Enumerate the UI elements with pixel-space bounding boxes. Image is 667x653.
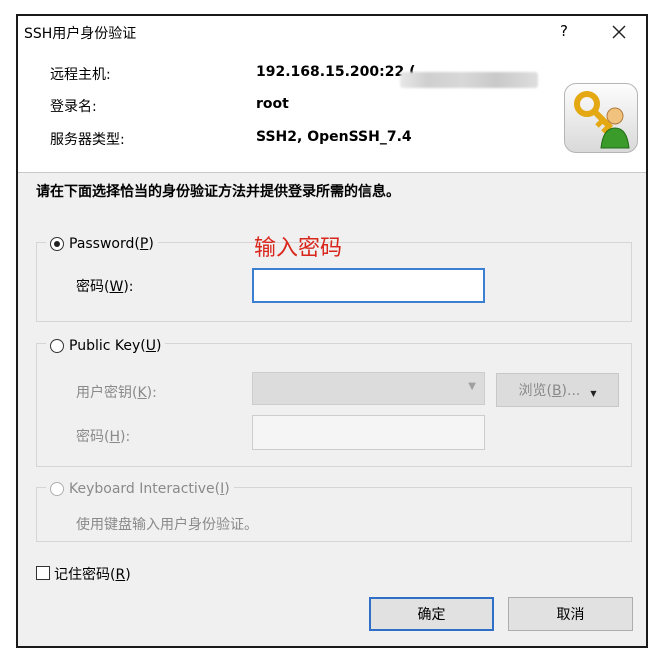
close-button[interactable] [606, 18, 632, 46]
public-key-radio-label: Public Key(U) [69, 338, 162, 354]
server-type-label: 服务器类型: [50, 132, 125, 148]
help-button[interactable]: ? [554, 22, 574, 40]
password-input[interactable] [252, 268, 485, 303]
password-radio[interactable]: Password(P) [46, 234, 158, 254]
cancel-button[interactable]: 取消 [508, 597, 633, 631]
instruction-text: 请在下面选择恰当的身份验证方法并提供登录所需的信息。 [36, 184, 400, 200]
chevron-down-icon: ▼ [468, 381, 476, 392]
keyboard-interactive-label: Keyboard Interactive(I) [69, 481, 230, 497]
keyboard-interactive-radio[interactable]: Keyboard Interactive(I) [46, 479, 234, 499]
keyboard-interactive-radio-button[interactable] [50, 482, 64, 496]
window-title: SSH用户身份验证 [24, 26, 137, 42]
remote-host-label: 远程主机: [50, 67, 111, 83]
ssh-auth-dialog: SSH用户身份验证 ? 远程主机: 192.168.15.200:22 ( 登录… [16, 14, 648, 648]
user-key-label: 用户密钥(K): [76, 385, 157, 401]
login-name-label: 登录名: [50, 99, 97, 115]
title-bar: SSH用户身份验证 ? [18, 16, 646, 50]
close-icon [612, 25, 626, 39]
login-name-value: root [256, 96, 289, 112]
keyboard-interactive-description: 使用键盘输入用户身份验证。 [76, 517, 258, 533]
public-key-radio[interactable]: Public Key(U) [46, 336, 166, 356]
password-field-label: 密码(W): [76, 279, 134, 295]
remote-host-value: 192.168.15.200:22 ( [256, 64, 416, 80]
user-key-select[interactable]: ▼ [252, 372, 485, 405]
connection-info-panel: 远程主机: 192.168.15.200:22 ( 登录名: root 服务器类… [18, 50, 646, 173]
public-key-radio-button[interactable] [50, 339, 64, 353]
dropdown-arrow-icon: ▼ [590, 388, 597, 398]
key-user-icon [564, 83, 638, 153]
remember-password-checkbox[interactable] [36, 566, 50, 580]
server-type-value: SSH2, OpenSSH_7.4 [256, 129, 412, 145]
passphrase-label: 密码(H): [76, 429, 131, 445]
annotation-enter-password: 输入密码 [254, 236, 343, 261]
browse-button[interactable]: 浏览(B)... ▼ [496, 373, 619, 407]
remember-password-label: 记住密码(R) [54, 567, 131, 583]
password-radio-label: Password(P) [69, 236, 154, 252]
redacted-host-name [400, 72, 538, 88]
ok-button[interactable]: 确定 [369, 597, 494, 631]
passphrase-input[interactable] [252, 415, 485, 450]
password-radio-button[interactable] [50, 237, 64, 251]
